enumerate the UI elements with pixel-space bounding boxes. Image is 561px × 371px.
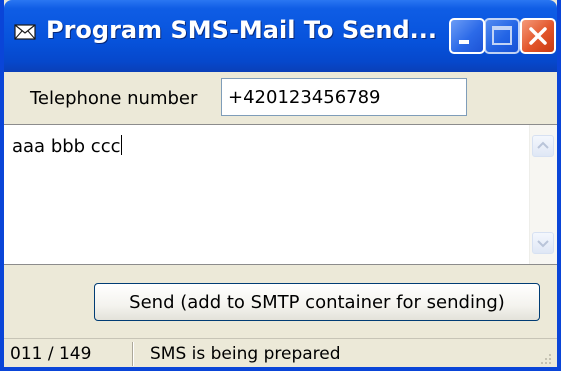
scroll-down-button[interactable]: [532, 232, 554, 254]
chevron-up-icon: [537, 141, 549, 149]
sms-mail-window: Program SMS-Mail To Send... Telephone nu…: [0, 0, 561, 371]
minimize-icon: [459, 40, 469, 44]
maximize-button[interactable]: [484, 18, 520, 54]
message-text: aaa bbb ccc: [12, 135, 122, 157]
status-bar: 011 / 149 SMS is being prepared: [4, 338, 557, 367]
window-title: Program SMS-Mail To Send...: [46, 16, 437, 44]
chevron-down-icon: [537, 240, 549, 248]
character-count: 011 / 149: [10, 344, 92, 364]
message-scrollbar[interactable]: [529, 125, 557, 264]
minimize-button[interactable]: [449, 18, 485, 54]
text-caret: [120, 135, 122, 155]
status-message: SMS is being prepared: [150, 344, 341, 364]
status-divider: [132, 342, 133, 366]
maximize-icon: [492, 26, 512, 45]
close-button[interactable]: [520, 18, 556, 54]
close-icon: [529, 27, 547, 45]
telephone-number-input[interactable]: [221, 78, 467, 116]
window-content: Telephone number aaa bbb ccc Send (add t…: [4, 72, 557, 367]
resize-grip-icon[interactable]: [537, 350, 553, 366]
scroll-up-button[interactable]: [532, 135, 554, 157]
title-bar[interactable]: Program SMS-Mail To Send...: [4, 0, 557, 72]
send-button[interactable]: Send (add to SMTP container for sending): [94, 283, 540, 321]
envelope-icon: [14, 24, 36, 40]
telephone-label: Telephone number: [30, 88, 198, 109]
message-textarea[interactable]: aaa bbb ccc: [4, 124, 557, 265]
